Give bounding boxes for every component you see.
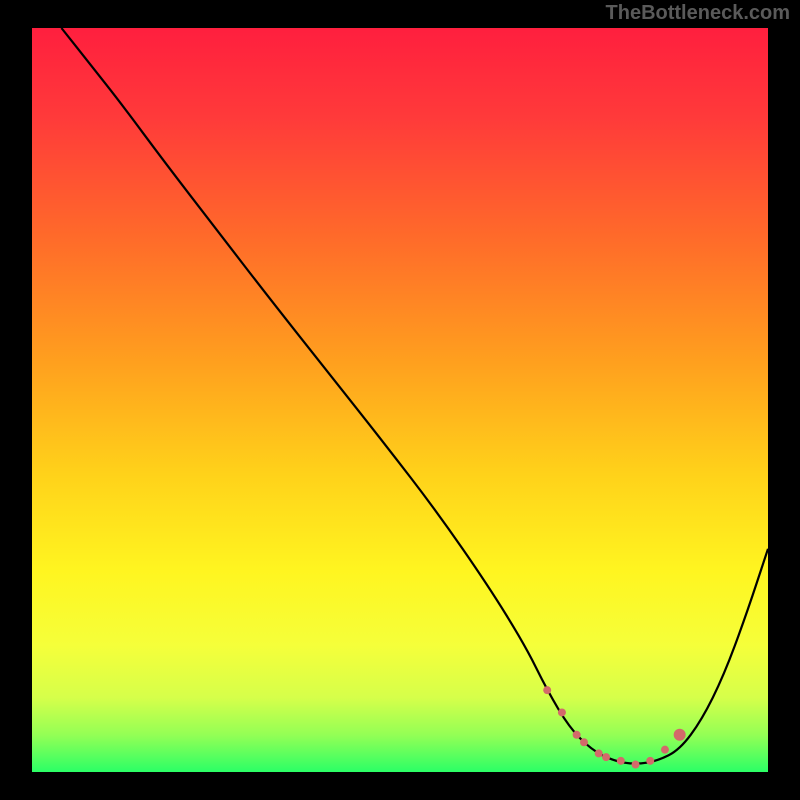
watermark-text: TheBottleneck.com: [606, 2, 790, 25]
optimal-marker: [661, 746, 669, 754]
optimal-marker: [646, 757, 654, 765]
chart-container: TheBottleneck.com: [0, 0, 800, 800]
optimal-marker: [580, 738, 588, 746]
optimal-marker: [617, 757, 625, 765]
bottleneck-curve-chart: [0, 0, 800, 800]
optimal-marker: [632, 761, 640, 769]
optimal-marker: [573, 731, 581, 739]
optimal-marker: [595, 749, 603, 757]
optimal-marker: [558, 708, 566, 716]
optimal-marker: [543, 686, 551, 694]
optimal-marker: [674, 729, 686, 741]
plot-area: [32, 28, 768, 772]
optimal-marker: [602, 753, 610, 761]
